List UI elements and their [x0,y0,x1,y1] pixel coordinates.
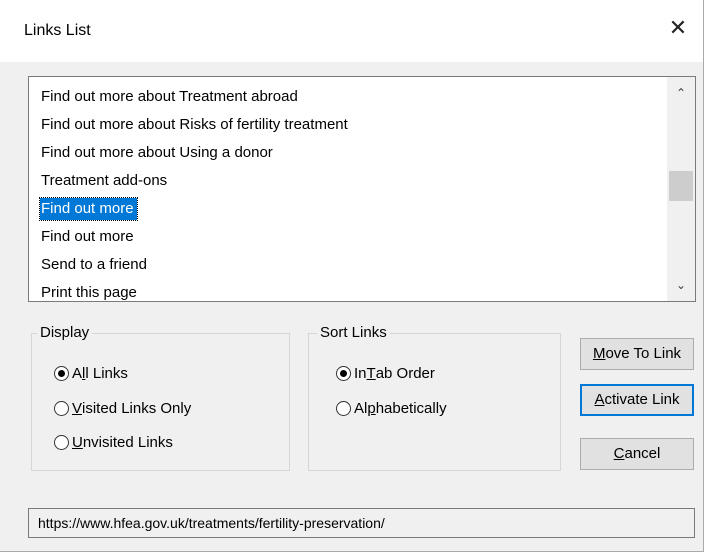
cancel-label: ancel [624,445,661,462]
radio-circle-icon[interactable] [54,435,69,450]
move-access-key: M [592,345,606,362]
link-list-item-label: Find out more about Using a donor [41,144,273,161]
sort-option-label-post: habetically [375,400,447,417]
sort-option-label-pre: Al [354,400,368,417]
radio-circle-icon[interactable] [336,401,351,416]
radio-circle-icon[interactable] [336,366,351,381]
dialog-title: Links List [24,22,91,39]
sort-option-label-key: p [367,400,376,417]
cancel-access-key: C [613,445,625,462]
link-list-item-label: Treatment add-ons [41,172,168,189]
links-list: Find out more about Treatment abroad Find… [29,83,665,301]
scroll-down-icon[interactable]: ⌄ [667,271,695,299]
scroll-thumb[interactable] [669,171,693,201]
display-radio-2[interactable]: Unvisited Links [54,434,173,451]
link-list-item[interactable]: Find out more about Using a donor [29,139,665,167]
vertical-scrollbar[interactable]: ⌃ ⌄ [667,77,695,301]
link-list-item[interactable]: Find out more [29,223,665,251]
link-list-item-label: Find out more about Treatment abroad [41,88,298,105]
radio-circle-icon[interactable] [54,401,69,416]
sort-option-label-post: ab Order [375,365,435,382]
display-option-label-post: l Links [85,365,128,382]
link-list-item[interactable]: Print this page [29,279,665,301]
scroll-up-icon[interactable]: ⌃ [667,79,695,107]
link-list-item-label: Find out more about Risks of fertility t… [41,116,348,133]
move-to-link-button[interactable]: Move To Link [580,338,694,370]
link-list-item-label: Print this page [41,284,137,301]
sort-option-label-key: T [366,365,376,382]
display-radio-0[interactable]: All Links [54,365,128,382]
link-list-item[interactable]: Find out more [29,195,665,223]
move-label: ove To Link [605,345,682,362]
links-listbox[interactable]: Find out more about Treatment abroad Find… [28,76,696,302]
display-option-label-pre: A [72,365,83,382]
link-list-item-label: Find out more [41,228,134,245]
title-bar: Links List ✕ [0,0,703,62]
sort-radio-0[interactable]: In Tab Order [336,365,435,382]
sort-links-group: Sort Links In Tab Order Al p habetically [308,324,561,471]
radio-circle-icon[interactable] [54,366,69,381]
display-option-label-post: nvisited Links [82,434,173,451]
sort-option-label-pre: In [354,365,367,382]
link-list-item-label: Send to a friend [41,256,147,273]
display-option-label-key: V [72,400,83,417]
activate-access-key: A [594,391,605,408]
sort-group-label: Sort Links [317,324,390,341]
display-radio-1[interactable]: Visited Links Only [54,400,191,417]
display-option-label-key: U [72,434,83,451]
links-list-dialog: Links List ✕ Find out more about Treatme… [0,0,704,552]
display-option-label-post: isited Links Only [82,400,192,417]
close-icon[interactable]: ✕ [663,14,693,44]
selected-link-url: https://www.hfea.gov.uk/treatments/ferti… [28,508,695,538]
cancel-button[interactable]: Cancel [580,438,694,470]
link-list-item[interactable]: Find out more about Treatment abroad [29,83,665,111]
display-group: Display All Links Visited Links Only Unvis… [31,324,290,471]
activate-link-button[interactable]: Activate Link [580,384,694,416]
link-list-item[interactable]: Find out more about Risks of fertility t… [29,111,665,139]
link-list-item[interactable]: Send to a friend [29,251,665,279]
link-list-item[interactable]: Treatment add-ons [29,167,665,195]
display-group-label: Display [37,324,93,341]
activate-label: ctivate Link [604,391,680,408]
sort-radio-1[interactable]: Al p habetically [336,400,447,417]
link-list-item-label: Find out more [39,197,138,221]
